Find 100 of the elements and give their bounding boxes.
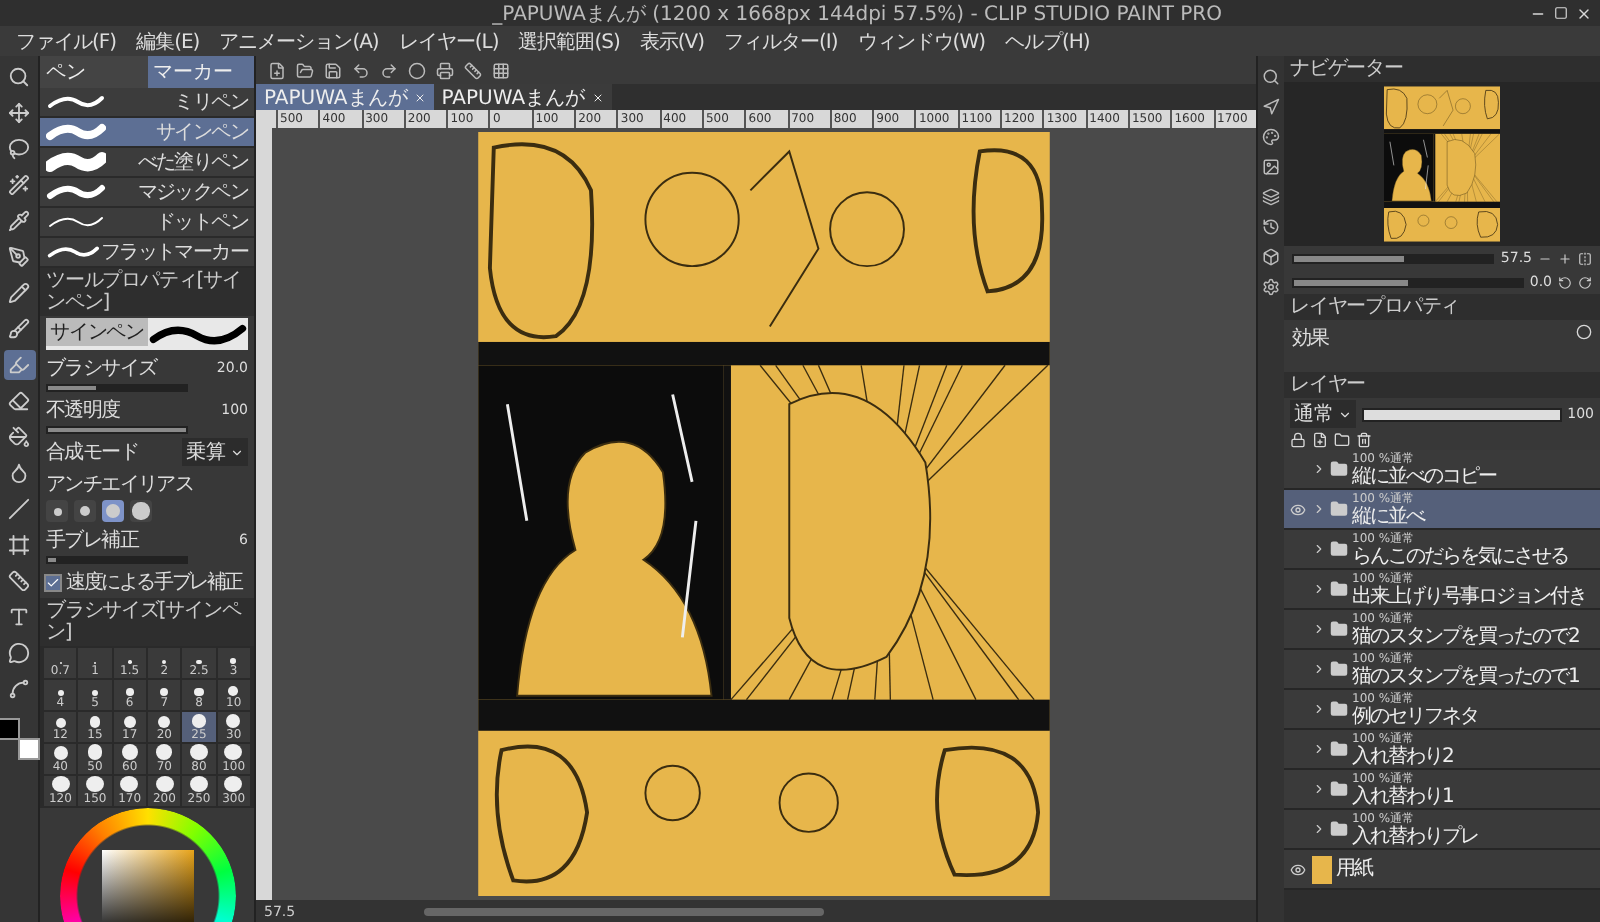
undo-icon[interactable] [352, 61, 370, 79]
effect-label: 効果 [1292, 325, 1329, 352]
menu-item[interactable]: アニメーション(A) [219, 27, 379, 55]
new-layer-icon[interactable] [1312, 432, 1328, 448]
tool-button[interactable] [3, 134, 35, 164]
folder-icon[interactable] [296, 61, 314, 79]
grid-icon[interactable] [492, 61, 510, 79]
folder-icon [1330, 580, 1348, 598]
search-icon[interactable] [1262, 68, 1280, 86]
save-icon[interactable] [324, 61, 342, 79]
brush-item[interactable]: べた塗りペン [40, 148, 254, 178]
checkbox[interactable] [44, 573, 62, 591]
menu-item[interactable]: 選択範囲(S) [518, 27, 620, 55]
folder-icon[interactable] [1334, 432, 1350, 448]
eye-icon[interactable] [1290, 861, 1306, 877]
layers-icon[interactable] [1262, 188, 1280, 206]
folder-icon [1330, 500, 1348, 518]
close-icon[interactable] [591, 91, 604, 103]
menu-item[interactable]: レイヤー(L) [398, 27, 499, 55]
panel-tab[interactable]: レイヤープロパティ [1284, 294, 1600, 320]
palette-icon[interactable] [1262, 128, 1280, 146]
pen-nib-icon [8, 246, 30, 268]
flip-icon[interactable] [1578, 251, 1592, 265]
panel-header: ブラシサイズ[サインペン] [40, 598, 254, 646]
chevron-icon[interactable] [1312, 502, 1326, 516]
close-icon[interactable] [1576, 5, 1592, 21]
tool-button[interactable] [3, 386, 35, 416]
tool-button[interactable] [3, 494, 35, 524]
brush-item[interactable]: ミリペン [40, 88, 254, 118]
ruler-icon[interactable] [464, 61, 482, 79]
antialias-option[interactable] [46, 500, 68, 522]
box-icon[interactable] [1262, 248, 1280, 266]
rotate-right-icon[interactable] [1578, 275, 1592, 289]
zoom-in-icon[interactable] [1558, 251, 1572, 265]
menu-item[interactable]: 編集(E) [136, 27, 200, 55]
rotation-slider[interactable] [1292, 277, 1524, 287]
antialias-option[interactable] [102, 500, 124, 522]
tool-button[interactable] [3, 422, 35, 452]
chevron-icon[interactable] [1312, 462, 1326, 476]
lock-icon[interactable] [1290, 432, 1306, 448]
brush-item[interactable]: フラットマーカー [40, 238, 254, 268]
canvas-tab[interactable]: PAPUWAまんが [256, 84, 434, 110]
menu-item[interactable]: 表示(V) [639, 27, 705, 55]
tool-button[interactable] [3, 278, 35, 308]
tool-button[interactable] [3, 170, 35, 200]
tool-button[interactable] [3, 314, 35, 344]
close-icon[interactable] [413, 91, 426, 103]
panel-tab[interactable]: ナビゲーター [1284, 56, 1600, 82]
tool-button[interactable] [3, 98, 35, 128]
tool-button[interactable] [3, 530, 35, 560]
zoom-slider[interactable] [1292, 253, 1495, 263]
layer-row[interactable]: 用紙 [1284, 850, 1600, 890]
image-icon[interactable] [1262, 158, 1280, 176]
brush-item[interactable]: マジックペン [40, 178, 254, 208]
blend-mode-dropdown[interactable]: 通常 [1290, 400, 1356, 428]
folder-icon [1330, 540, 1348, 558]
scrollbar[interactable] [423, 907, 824, 915]
background-color-swatch[interactable] [18, 738, 40, 760]
printer-icon[interactable] [436, 61, 454, 79]
chevron-icon[interactable] [1312, 742, 1326, 756]
tool-button[interactable] [3, 242, 35, 272]
chevron-icon[interactable] [1312, 702, 1326, 716]
color-square[interactable] [101, 850, 193, 922]
tool-button[interactable] [3, 350, 35, 380]
tool-button[interactable] [3, 638, 35, 668]
panel-tab[interactable]: レイヤー [1284, 372, 1600, 398]
sub-tool-tab[interactable]: ペン [40, 56, 147, 88]
chevron-icon[interactable] [1312, 662, 1326, 676]
eye-icon[interactable] [1290, 501, 1306, 517]
chevron-icon[interactable] [1312, 822, 1326, 836]
sub-tool-tab[interactable]: マーカー [147, 56, 254, 88]
chevron-icon[interactable] [1312, 622, 1326, 636]
eraser-icon [8, 390, 30, 412]
slider-track[interactable] [46, 384, 188, 392]
redo-icon[interactable] [380, 61, 398, 79]
canvas-tab[interactable]: PAPUWAまんが [433, 84, 612, 110]
navigation-icon[interactable] [1262, 98, 1280, 116]
circle-icon[interactable] [1576, 324, 1592, 340]
new-file-icon[interactable] [268, 61, 286, 79]
tool-button[interactable] [3, 566, 35, 596]
menu-item[interactable]: ファイル(F) [16, 27, 117, 55]
circle-icon[interactable] [408, 61, 426, 79]
menu-item[interactable]: ヘルプ(H) [1005, 27, 1090, 55]
layer-name: 縦に並べのコピー [1352, 465, 1496, 487]
history-icon[interactable] [1262, 218, 1280, 236]
foreground-color-swatch[interactable] [0, 718, 20, 740]
maximize-icon[interactable] [1554, 6, 1568, 20]
rotate-left-icon[interactable] [1558, 275, 1572, 289]
menu-item[interactable]: ウィンドウ(W) [857, 27, 985, 55]
antialias-option[interactable] [130, 500, 152, 522]
chevron-icon[interactable] [1312, 542, 1326, 556]
brush-item[interactable]: サインペン [40, 118, 254, 148]
chevron-icon[interactable] [1312, 582, 1326, 596]
blend-mode-dropdown[interactable]: 乗算 [182, 438, 248, 466]
antialias-option[interactable] [74, 500, 96, 522]
brush-item[interactable]: ドットペン [40, 208, 254, 238]
trash-icon[interactable] [1356, 432, 1372, 448]
chevron-icon[interactable] [1312, 782, 1326, 796]
menu-item[interactable]: フィルター(I) [724, 27, 838, 55]
settings-icon[interactable] [1262, 278, 1280, 296]
